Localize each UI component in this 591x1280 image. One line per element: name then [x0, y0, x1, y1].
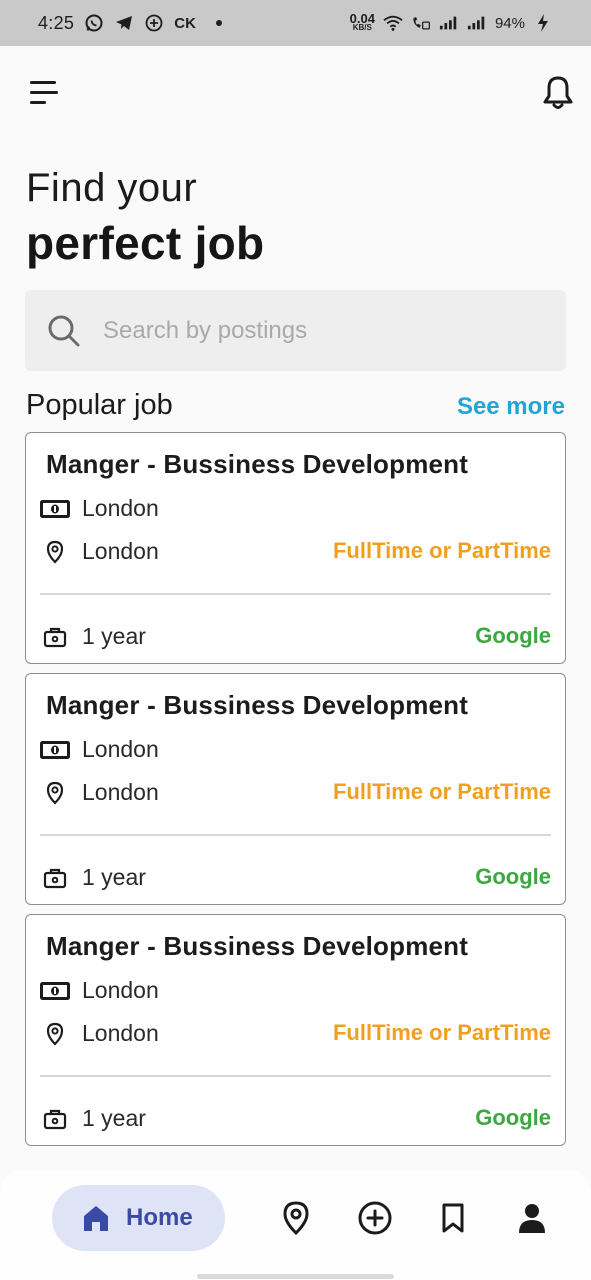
- job-title: Manger - Bussiness Development: [46, 931, 469, 961]
- briefcase-icon: [40, 624, 70, 650]
- add-icon: [358, 1201, 392, 1235]
- menu-icon: [30, 81, 58, 104]
- job-title: Manger - Bussiness Development: [46, 449, 469, 479]
- company-name: Google: [475, 864, 551, 889]
- section-title-popular: Popular job: [26, 389, 173, 421]
- job-card[interactable]: Manger - Bussiness Development London Lo…: [25, 673, 566, 905]
- search-icon: [48, 315, 80, 346]
- salary-row: London: [40, 736, 159, 763]
- location-row: London: [40, 538, 159, 565]
- notifications-button[interactable]: [540, 74, 576, 112]
- wifi-calling-icon: [411, 13, 431, 33]
- nav-home-label: Home: [126, 1204, 193, 1231]
- nav-add-button[interactable]: [355, 1198, 395, 1238]
- charging-icon: [533, 13, 553, 33]
- menu-button[interactable]: [28, 78, 60, 108]
- experience-row: 1 year: [40, 1105, 146, 1132]
- job-type: FullTime or PartTime: [332, 1020, 551, 1045]
- net-speed: 0.04 KB/S: [349, 11, 375, 32]
- telegram-icon: [114, 13, 134, 33]
- experience-text: 1 year: [82, 864, 146, 890]
- battery-percent: 94%: [494, 14, 525, 32]
- location-text: London: [82, 779, 159, 805]
- job-type: FullTime or PartTime: [332, 779, 551, 804]
- location-text: London: [82, 1020, 159, 1046]
- card-divider: [40, 834, 551, 836]
- nav-profile-button[interactable]: [512, 1198, 552, 1238]
- whatsapp-icon: [84, 13, 104, 33]
- location-row: London: [40, 1020, 159, 1047]
- company-name: Google: [475, 623, 551, 648]
- page-title-line2: perfect job: [26, 217, 265, 269]
- search-bar[interactable]: [25, 290, 566, 371]
- bell-icon: [543, 76, 573, 109]
- location-text: London: [82, 538, 159, 564]
- salary-text: London: [82, 736, 159, 762]
- notification-dot-icon: [215, 20, 222, 26]
- status-time: 4:25: [38, 12, 75, 33]
- company-name: Google: [475, 1105, 551, 1130]
- status-bar-left: 4:25 CK: [38, 13, 222, 34]
- wifi-icon: [383, 13, 403, 33]
- experience-text: 1 year: [82, 623, 146, 649]
- briefcase-icon: [40, 1106, 70, 1132]
- location-pin-icon: [40, 780, 70, 806]
- see-more-link[interactable]: See more: [457, 393, 565, 421]
- money-icon: [40, 978, 70, 1004]
- signal-icon-2: [467, 13, 487, 33]
- bottom-nav: Home: [0, 1170, 591, 1280]
- experience-text: 1 year: [82, 1105, 146, 1131]
- salary-text: London: [82, 977, 159, 1003]
- card-divider: [40, 593, 551, 595]
- location-pin-icon: [40, 1021, 70, 1047]
- card-divider: [40, 1075, 551, 1077]
- job-type: FullTime or PartTime: [332, 538, 551, 563]
- nav-location-button[interactable]: [276, 1198, 316, 1238]
- nav-bookmark-button[interactable]: [433, 1198, 473, 1238]
- job-card[interactable]: Manger - Bussiness Development London Lo…: [25, 432, 566, 664]
- status-bar: 4:25 CK 0.04 KB/S 94%: [0, 0, 591, 46]
- home-indicator[interactable]: [197, 1274, 394, 1279]
- net-speed-unit: KB/S: [352, 23, 372, 32]
- experience-row: 1 year: [40, 623, 146, 650]
- salary-row: London: [40, 495, 159, 522]
- profile-icon: [519, 1204, 545, 1233]
- experience-row: 1 year: [40, 864, 146, 891]
- money-icon: [40, 496, 70, 522]
- add-circle-notification-icon: [144, 13, 164, 33]
- location-pin-icon: [40, 539, 70, 565]
- search-input[interactable]: [103, 316, 523, 345]
- bookmark-icon: [442, 1203, 464, 1233]
- money-icon: [40, 737, 70, 763]
- job-card[interactable]: Manger - Bussiness Development London Lo…: [25, 914, 566, 1146]
- signal-icon: [439, 13, 459, 33]
- briefcase-icon: [40, 865, 70, 891]
- home-icon: [84, 1206, 108, 1231]
- nav-home-button[interactable]: Home: [52, 1185, 225, 1251]
- status-bar-right: 0.04 KB/S 94%: [349, 11, 553, 33]
- page-title-line1: Find your: [26, 166, 198, 210]
- job-title: Manger - Bussiness Development: [46, 690, 469, 720]
- salary-text: London: [82, 495, 159, 521]
- salary-row: London: [40, 977, 159, 1004]
- location-icon: [283, 1201, 309, 1235]
- net-speed-value: 0.04: [349, 11, 375, 26]
- location-row: London: [40, 779, 159, 806]
- carrier-label: CK: [174, 14, 196, 32]
